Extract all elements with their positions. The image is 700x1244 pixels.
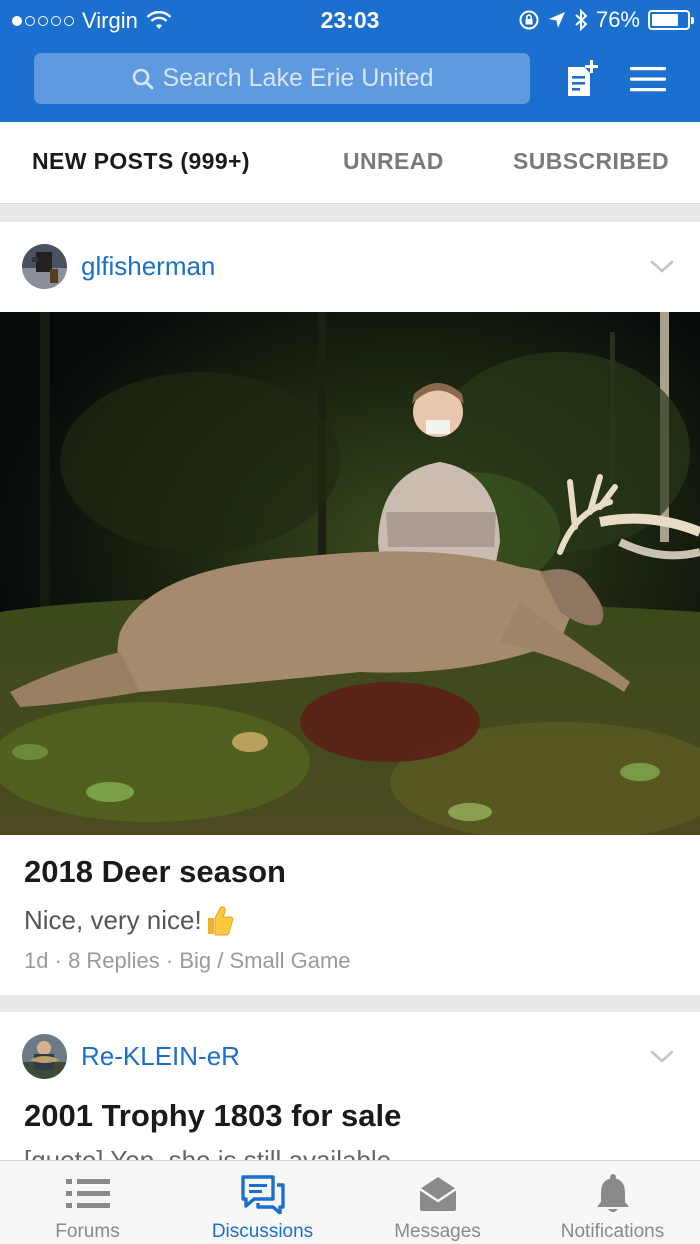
bluetooth-icon (575, 8, 588, 32)
list-icon (0, 1173, 175, 1215)
chat-icon (175, 1173, 350, 1215)
post-card[interactable]: Re-KLEIN-eR 2001 Trophy 1803 for sale [q… (0, 1012, 700, 1172)
post-card[interactable]: glfisherman 2018 Deer season Nice, very … (0, 222, 700, 995)
tab-new-posts[interactable]: NEW POSTS (999+) (32, 148, 250, 175)
post-author-row: Re-KLEIN-eR (22, 1034, 240, 1079)
post-meta: 1d · 8 Replies · Big / Small Game (24, 948, 351, 973)
menu-button[interactable] (624, 56, 672, 102)
post-author-row: glfisherman (22, 244, 215, 289)
bottom-tab-bar: Forums Discussions Messages Notification… (0, 1160, 700, 1244)
reply-count: 8 Replies (68, 948, 160, 973)
bell-icon (525, 1173, 700, 1215)
new-post-button[interactable] (558, 56, 606, 102)
nav-label: Forums (55, 1221, 120, 1242)
filter-tabs: NEW POSTS (999+) UNREAD SUBSCRIBED (0, 122, 700, 204)
search-placeholder: Search Lake Erie United (162, 64, 434, 92)
nav-label: Notifications (560, 1221, 665, 1242)
post-image[interactable] (0, 312, 700, 835)
post-excerpt: [quote] Yep, she is still available (24, 1145, 392, 1160)
battery-icon (648, 10, 694, 30)
forum-name[interactable]: Big / Small Game (179, 948, 350, 973)
chevron-down-icon[interactable] (650, 1050, 674, 1064)
nav-notifications[interactable]: Notifications (525, 1161, 700, 1244)
chevron-down-icon[interactable] (650, 260, 674, 274)
nav-discussions[interactable]: Discussions (175, 1161, 350, 1244)
post-author[interactable]: glfisherman (81, 251, 215, 282)
status-right: 76% (518, 7, 694, 33)
location-icon (548, 12, 565, 28)
nav-forums[interactable]: Forums (0, 1161, 175, 1244)
nav-label: Discussions (211, 1221, 314, 1242)
avatar[interactable] (22, 244, 67, 289)
app-header: Virgin 23:03 76% Search Lake Erie United (0, 0, 700, 122)
battery-percent: 76% (595, 7, 640, 32)
compose-icon (568, 60, 598, 96)
nav-messages[interactable]: Messages (350, 1161, 525, 1244)
post-excerpt-text: Nice, very nice! (24, 904, 202, 935)
nav-label: Messages (394, 1221, 481, 1242)
post-author[interactable]: Re-KLEIN-eR (81, 1041, 240, 1072)
post-excerpt: Nice, very nice! (24, 904, 234, 936)
search-input[interactable]: Search Lake Erie United (34, 53, 530, 104)
thumbs-up-icon (207, 906, 234, 936)
rotation-lock-icon (519, 10, 539, 30)
avatar[interactable] (22, 1034, 67, 1079)
status-bar: Virgin 23:03 76% (0, 0, 700, 40)
post-age: 1d (24, 948, 49, 973)
tab-subscribed[interactable]: SUBSCRIBED (513, 148, 669, 175)
post-title[interactable]: 2001 Trophy 1803 for sale (24, 1098, 401, 1134)
menu-icon (630, 67, 666, 92)
envelope-icon (350, 1173, 525, 1215)
battery-level (652, 14, 678, 26)
post-title[interactable]: 2018 Deer season (24, 854, 286, 890)
tab-unread[interactable]: UNREAD (343, 148, 444, 175)
search-icon (132, 68, 153, 89)
